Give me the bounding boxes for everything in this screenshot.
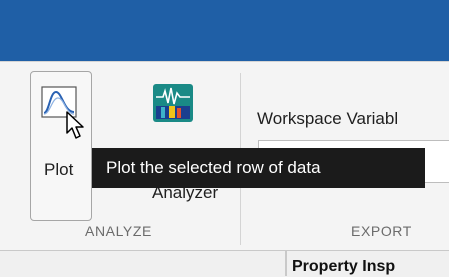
mouse-pointer-icon — [66, 111, 84, 139]
workspace-variable-label: Workspace Variabl — [257, 109, 399, 128]
app-title-bar — [0, 0, 449, 61]
signal-spectrogram-icon — [153, 84, 193, 122]
analyzer-button[interactable]: Analyzer — [145, 71, 235, 221]
export-group-label: EXPORT — [351, 223, 412, 239]
tooltip-text: Plot the selected row of data — [106, 158, 321, 177]
pane-divider[interactable] — [285, 250, 287, 276]
plot-button[interactable]: Plot — [30, 71, 92, 221]
property-inspector-title: Property Insp — [292, 258, 396, 275]
analyze-group-label: ANALYZE — [85, 223, 152, 239]
tooltip: Plot the selected row of data — [92, 148, 425, 188]
plot-button-label: Plot — [44, 160, 74, 179]
